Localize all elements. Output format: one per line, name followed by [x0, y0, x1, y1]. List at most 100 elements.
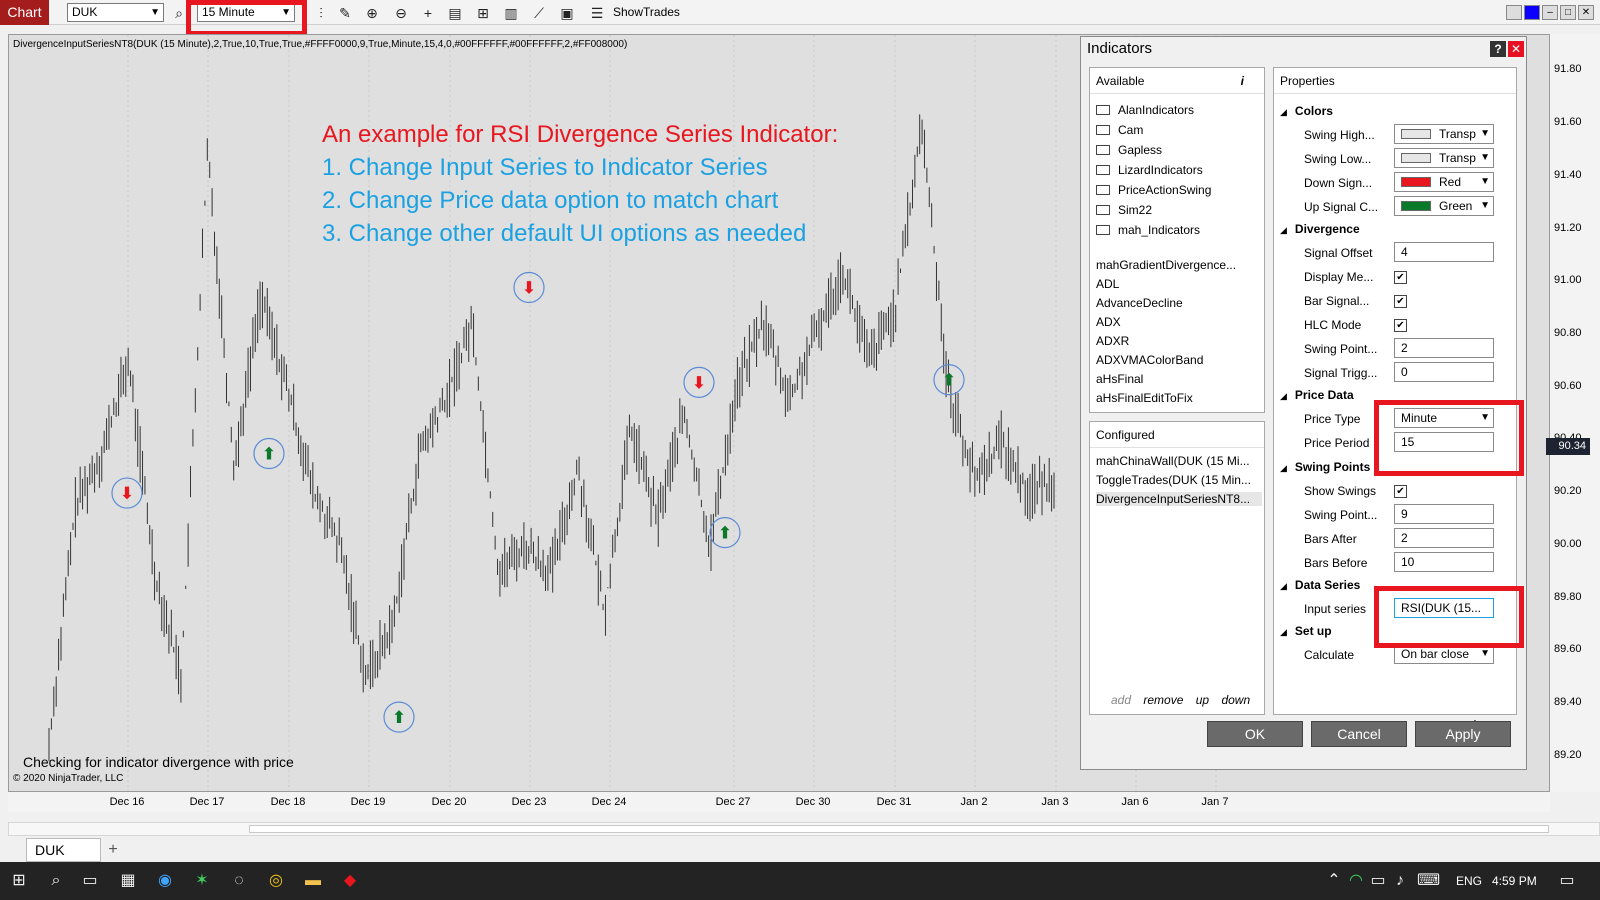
folder-item[interactable]: Gapless — [1096, 143, 1162, 157]
indicator-item[interactable]: aHsFinalEditToFix — [1096, 391, 1193, 405]
show-trades-icon[interactable]: ☰ — [588, 4, 606, 22]
clock[interactable]: 4:59 PM — [1492, 874, 1537, 888]
zoom-icon[interactable]: ◉ — [154, 870, 176, 892]
down-signal-color-select[interactable]: Red ▼ — [1394, 172, 1494, 192]
category-swing-points[interactable]: ◢ Swing Points — [1280, 460, 1370, 474]
up-link[interactable]: up — [1196, 693, 1209, 707]
configured-actions: add remove up down — [1111, 693, 1259, 707]
folder-item[interactable]: Cam — [1096, 123, 1143, 137]
close-icon[interactable]: ✕ — [1578, 5, 1594, 20]
indicators-icon[interactable]: ▥ — [502, 4, 520, 22]
app-icon[interactable]: ✶ — [191, 870, 213, 892]
chrome-icon[interactable]: ◎ — [265, 870, 287, 892]
task-view-icon[interactable]: ▭ — [79, 870, 101, 892]
chevron-up-icon[interactable]: ⌃ — [1323, 870, 1345, 892]
folder-item[interactable]: LizardIndicators — [1096, 163, 1203, 177]
tab-icon[interactable]: ▣ — [558, 4, 576, 22]
indicator-item[interactable]: ADL — [1096, 277, 1119, 291]
tab-strip: DUK + — [0, 838, 1600, 862]
indicator-item[interactable]: mahGradientDivergence... — [1096, 258, 1236, 272]
configured-item[interactable]: ToggleTrades(DUK (15 Min... — [1096, 473, 1262, 487]
configured-item-selected[interactable]: DivergenceInputSeriesNT8... — [1096, 492, 1262, 506]
calculator-icon[interactable]: ▦ — [117, 870, 139, 892]
swing-point-strength-input[interactable]: 9 — [1394, 504, 1494, 524]
indicator-item[interactable]: ADXR — [1096, 334, 1129, 348]
chart-menu-button[interactable]: Chart — [0, 0, 49, 25]
tab-duk[interactable]: DUK — [26, 838, 101, 862]
indicator-item[interactable]: aHsFinal — [1096, 372, 1143, 386]
notifications-icon[interactable]: ▭ — [1556, 870, 1578, 892]
signal-trigger-input[interactable]: 0 — [1394, 362, 1494, 382]
configured-item[interactable]: mahChinaWall(DUK (15 Mi... — [1096, 454, 1262, 468]
price-axis[interactable]: 91.8091.6091.4091.2091.0090.8090.6090.40… — [1550, 34, 1600, 792]
draw-icon[interactable]: ✎ — [336, 4, 354, 22]
minimize-icon[interactable]: – — [1542, 5, 1558, 20]
show-trades-button[interactable]: ShowTrades — [613, 5, 680, 19]
add-tab-button[interactable]: + — [103, 841, 123, 859]
bar-signal-checkbox[interactable]: ✔ — [1394, 295, 1407, 308]
category-data-series[interactable]: ◢ Data Series — [1280, 578, 1360, 592]
ninjatrader-icon[interactable]: ◆ — [339, 870, 361, 892]
indicator-item[interactable]: AdvanceDecline — [1096, 296, 1183, 310]
signal-offset-input[interactable]: 4 — [1394, 242, 1494, 262]
time-tick-label: Jan 6 — [1121, 796, 1149, 808]
category-setup[interactable]: ◢ Set up — [1280, 624, 1332, 638]
link-color-icon[interactable] — [1524, 5, 1540, 20]
battery-icon[interactable]: ▭ — [1367, 870, 1389, 892]
instrument-select[interactable]: DUK ▼ — [67, 3, 164, 22]
apply-button[interactable]: Apply — [1415, 721, 1511, 747]
time-axis[interactable]: Dec 16 Dec 17 Dec 18 Dec 19 Dec 20 Dec 23 Dec … — [8, 792, 1550, 812]
keyboard-icon[interactable]: ⌨ — [1417, 870, 1440, 892]
crosshair-icon[interactable]: + — [419, 4, 437, 22]
folder-item[interactable]: Sim22 — [1096, 203, 1152, 217]
cancel-button[interactable]: Cancel — [1311, 721, 1407, 747]
search-icon[interactable]: ⌕ — [45, 870, 67, 892]
swing-low-color-select[interactable]: Transp ▼ — [1394, 148, 1494, 168]
show-swings-checkbox[interactable]: ✔ — [1394, 485, 1407, 498]
windows-start-icon[interactable]: ⊞ — [8, 870, 30, 892]
category-divergence[interactable]: ◢ Divergence — [1280, 222, 1360, 236]
folder-item[interactable]: mah_Indicators — [1096, 223, 1200, 237]
bars-after-input[interactable]: 2 — [1394, 528, 1494, 548]
zoom-out-icon[interactable]: ⊖ — [392, 4, 410, 22]
swing-high-color-select[interactable]: Transp ▼ — [1394, 124, 1494, 144]
wifi-icon[interactable]: ◠ — [1345, 870, 1367, 892]
remove-link[interactable]: remove — [1143, 693, 1183, 707]
folder-icon — [1096, 205, 1110, 215]
svg-text:⬇: ⬇ — [120, 484, 134, 503]
folder-item[interactable]: AlanIndicators — [1096, 103, 1194, 117]
network-app-icon[interactable]: ◌ — [228, 870, 250, 892]
info-icon[interactable]: i — [1241, 68, 1244, 94]
properties-icon[interactable]: ⊞ — [474, 4, 492, 22]
scrollbar-thumb[interactable] — [249, 825, 1549, 833]
add-link[interactable]: add — [1111, 693, 1131, 707]
available-indicators-list[interactable]: Available i AlanIndicators Cam Gapless L… — [1089, 67, 1265, 413]
bars-before-input[interactable]: 10 — [1394, 552, 1494, 572]
up-signal-color-select[interactable]: Green ▼ — [1394, 196, 1494, 216]
configured-indicators-list[interactable]: Configured mahChinaWall(DUK (15 Mi... To… — [1089, 421, 1265, 715]
volume-icon[interactable]: ♪ — [1389, 870, 1411, 892]
data-box-icon[interactable]: ▤ — [446, 4, 464, 22]
window-style-icon[interactable] — [1506, 5, 1522, 20]
indicator-item[interactable]: ADX — [1096, 315, 1121, 329]
file-explorer-icon[interactable]: ▬ — [302, 870, 324, 892]
indicator-item[interactable]: ADXVMAColorBand — [1096, 353, 1203, 367]
horizontal-scrollbar[interactable] — [8, 822, 1600, 836]
close-icon[interactable]: ✕ — [1508, 41, 1524, 57]
down-link[interactable]: down — [1221, 693, 1250, 707]
bar-type-icon[interactable]: ⫶ — [312, 4, 330, 22]
swing-point-input[interactable]: 2 — [1394, 338, 1494, 358]
folder-item[interactable]: PriceActionSwing — [1096, 183, 1211, 197]
time-tick-label: Dec 23 — [511, 796, 547, 808]
price-tick-label: 91.00 — [1554, 274, 1582, 287]
category-price-data[interactable]: ◢ Price Data — [1280, 388, 1354, 402]
category-colors[interactable]: ◢ Colors — [1280, 104, 1333, 118]
ok-button[interactable]: OK — [1207, 721, 1303, 747]
language-indicator[interactable]: ENG — [1456, 874, 1482, 888]
help-icon[interactable]: ? — [1490, 41, 1506, 57]
display-me-checkbox[interactable]: ✔ — [1394, 271, 1407, 284]
zoom-in-icon[interactable]: ⊕ — [363, 4, 381, 22]
maximize-icon[interactable]: □ — [1560, 5, 1576, 20]
strategies-icon[interactable]: ⟋ — [530, 4, 548, 22]
hlc-mode-checkbox[interactable]: ✔ — [1394, 319, 1407, 332]
